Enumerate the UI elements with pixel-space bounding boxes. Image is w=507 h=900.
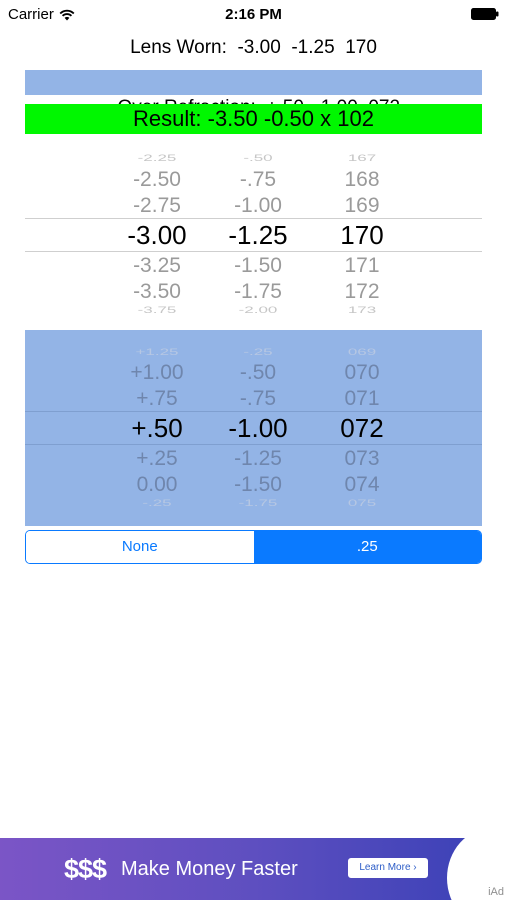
picker-value: -1.75 — [234, 280, 282, 303]
picker-value: -1.50 — [234, 254, 282, 277]
ad-dollars: $$$ — [64, 854, 107, 884]
picker-value: 069 — [347, 346, 377, 357]
ad-headline: Make Money Faster — [121, 858, 298, 880]
lens-sphere-wheel[interactable]: -2.25 -2.50 -2.75 -3.00 -3.25 -3.50 -3.7… — [102, 148, 212, 318]
status-bar: Carrier 2:16 PM — [0, 0, 507, 28]
iad-badge: iAd — [488, 886, 504, 898]
status-time: 2:16 PM — [225, 6, 282, 23]
step-segmented-control[interactable]: None .25 — [25, 530, 482, 564]
lens-cylinder-wheel[interactable]: -.50 -.75 -1.00 -1.25 -1.50 -1.75 -2.00 — [203, 148, 313, 318]
ad-banner[interactable]: $$$ Make Money Faster Learn More › iAd — [0, 838, 507, 900]
picker-value: -2.00 — [238, 304, 278, 315]
picker-value: -3.75 — [137, 304, 177, 315]
picker-value: -3.50 — [133, 280, 181, 303]
picker-value: 169 — [344, 194, 380, 217]
picker-selected-value: -3.00 — [127, 220, 187, 250]
battery-icon — [471, 8, 499, 20]
over-axis-wheel[interactable]: 069 070 071 072 073 074 075 — [307, 330, 417, 526]
lens-worn-label: Lens Worn: — [130, 37, 227, 58]
picker-value: -.75 — [239, 168, 277, 191]
ad-learn-more-button[interactable]: Learn More › — [348, 858, 428, 878]
picker-selected-value: -1.00 — [228, 413, 288, 443]
lens-worn-axis: 170 — [345, 37, 377, 58]
over-sphere-wheel[interactable]: +1.25 +1.00 +.75 +.50 +.25 0.00 -.25 — [102, 330, 212, 526]
lens-worn-summary: Lens Worn: -3.00 -1.25 170 — [0, 37, 507, 59]
picker-value: 168 — [344, 168, 380, 191]
picker-value: -1.75 — [238, 497, 278, 508]
picker-value: -1.50 — [234, 473, 282, 496]
picker-selected-value: 170 — [340, 220, 384, 250]
picker-value: 074 — [344, 473, 380, 496]
picker-value: -.75 — [239, 387, 277, 410]
picker-selected-value: -1.25 — [228, 220, 288, 250]
picker-selected-value: 072 — [340, 413, 384, 443]
picker-value: 075 — [347, 497, 377, 508]
picker-value: -.25 — [243, 346, 273, 357]
picker-value: -1.00 — [234, 194, 282, 217]
picker-value: 172 — [344, 280, 380, 303]
lens-worn-sphere: -3.00 — [237, 37, 281, 58]
over-refraction-summary: Over Refraction: +.50 -1.00 072 — [25, 70, 482, 118]
result-banner: Result: -3.50 -0.50 x 102 — [25, 104, 482, 134]
picker-value: 173 — [347, 304, 377, 315]
picker-value: +1.00 — [130, 361, 184, 384]
picker-value: 071 — [344, 387, 380, 410]
picker-value: -2.75 — [133, 194, 181, 217]
lens-axis-wheel[interactable]: 167 168 169 170 171 172 173 — [307, 148, 417, 318]
picker-value: -2.25 — [137, 152, 177, 163]
picker-value: -.50 — [239, 361, 277, 384]
picker-value: -1.25 — [234, 447, 282, 470]
picker-value: -2.50 — [133, 168, 181, 191]
picker-value: 171 — [344, 254, 380, 277]
picker-value: -.50 — [243, 152, 273, 163]
segment-quarter[interactable]: .25 — [253, 531, 481, 563]
lens-worn-cylinder: -1.25 — [291, 37, 335, 58]
picker-value: 070 — [344, 361, 380, 384]
picker-value: +.75 — [136, 387, 178, 410]
picker-value: 073 — [344, 447, 380, 470]
picker-value: -.25 — [142, 497, 172, 508]
picker-value: 167 — [347, 152, 377, 163]
picker-value: +1.25 — [135, 346, 179, 357]
lens-worn-picker[interactable]: -2.25 -2.50 -2.75 -3.00 -3.25 -3.50 -3.7… — [25, 148, 482, 318]
over-cylinder-wheel[interactable]: -.25 -.50 -.75 -1.00 -1.25 -1.50 -1.75 — [203, 330, 313, 526]
segment-none[interactable]: None — [26, 531, 254, 563]
picker-value: 0.00 — [136, 473, 178, 496]
picker-value: +.25 — [136, 447, 178, 470]
over-refraction-picker[interactable]: +1.25 +1.00 +.75 +.50 +.25 0.00 -.25 -.2… — [25, 330, 482, 526]
picker-value: -3.25 — [133, 254, 181, 277]
picker-selected-value: +.50 — [131, 413, 183, 443]
